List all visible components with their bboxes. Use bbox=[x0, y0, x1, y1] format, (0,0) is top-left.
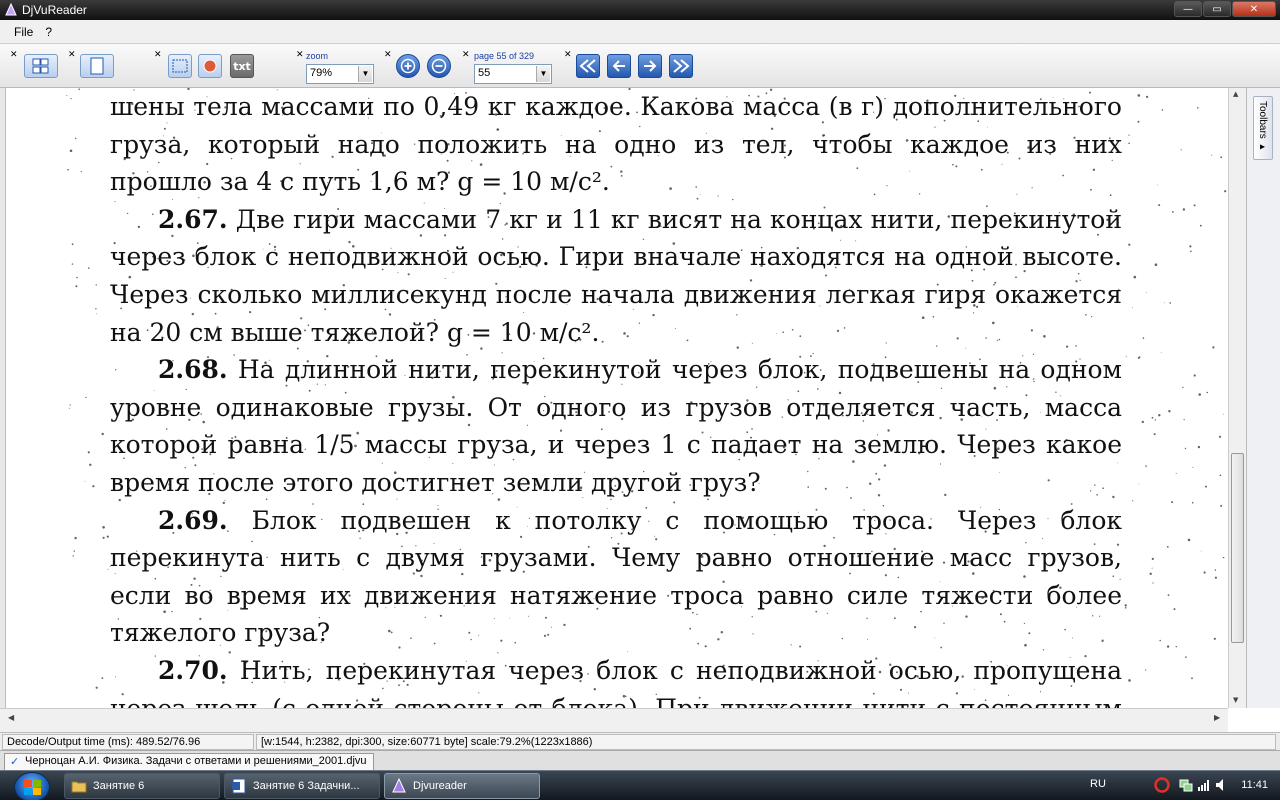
scroll-right-icon[interactable]: ▶ bbox=[1214, 713, 1220, 722]
maximize-button[interactable]: ▭ bbox=[1203, 1, 1231, 17]
next-page-button[interactable] bbox=[638, 54, 662, 78]
chevron-down-icon: ▼ bbox=[536, 66, 550, 82]
file-tab[interactable]: ✓ Черноцан А.И. Физика. Задачи с ответам… bbox=[4, 753, 374, 770]
zoom-select[interactable]: 79% ▼ bbox=[306, 64, 374, 84]
select-rect-icon bbox=[172, 59, 188, 73]
decode-time-status: Decode/Output time (ms): 489.52/76.96 bbox=[2, 734, 254, 750]
txt-button[interactable]: txt bbox=[230, 54, 254, 78]
zoom-out-icon bbox=[431, 58, 447, 74]
zoom-out-button[interactable] bbox=[427, 54, 451, 78]
scroll-thumb[interactable] bbox=[1231, 453, 1244, 643]
menu-help[interactable]: ? bbox=[39, 23, 58, 41]
check-icon: ✓ bbox=[10, 756, 20, 768]
language-indicator[interactable]: RU bbox=[1090, 778, 1106, 790]
image-icon bbox=[203, 59, 217, 73]
file-tab-label: Черноцан А.И. Физика. Задачи с ответами … bbox=[25, 755, 367, 767]
page-label: page 55 of 329 bbox=[474, 51, 535, 61]
close-toolbar-icon[interactable]: ✕ bbox=[10, 50, 18, 60]
network-icon[interactable] bbox=[1178, 777, 1194, 793]
layout-button[interactable] bbox=[24, 54, 58, 78]
image-button[interactable] bbox=[198, 54, 222, 78]
toolbar: ✕ ✕ ✕ txt ✕ zoom 79% ▼ ✕ ✕ page 55 of 32… bbox=[0, 44, 1280, 88]
image-info-status: [w:1544, h:2382, dpi:300, size:60771 byt… bbox=[256, 734, 1276, 750]
djvu-app-icon bbox=[5, 3, 17, 16]
minimize-button[interactable]: — bbox=[1174, 1, 1202, 17]
page-value: 55 bbox=[478, 67, 491, 79]
document-viewer: шены тела массами по 0,49 кг каждое. Как… bbox=[0, 88, 1280, 732]
taskbar-button-word[interactable]: Занятие 6 Задачни... bbox=[224, 773, 380, 799]
last-page-button[interactable] bbox=[669, 54, 693, 78]
clock[interactable]: 11:41 bbox=[1241, 779, 1268, 791]
status-bar: Decode/Output time (ms): 489.52/76.96 [w… bbox=[0, 732, 1280, 750]
prev-page-button[interactable] bbox=[607, 54, 631, 78]
prev-page-icon bbox=[612, 60, 625, 72]
close-toolbar-icon[interactable]: ✕ bbox=[68, 50, 76, 60]
window-title: DjVuReader bbox=[22, 3, 87, 17]
toolbars-tab[interactable]: Toolbars ▸ bbox=[1253, 96, 1273, 160]
signal-icon[interactable] bbox=[1196, 777, 1212, 793]
taskbar: Занятие 6 Занятие 6 Задачни... Djvureade… bbox=[0, 770, 1280, 800]
opera-icon[interactable] bbox=[1154, 777, 1170, 793]
word-doc-icon bbox=[232, 778, 246, 794]
djvu-page[interactable]: шены тела массами по 0,49 кг каждое. Как… bbox=[6, 88, 1228, 708]
zoom-in-button[interactable] bbox=[396, 54, 420, 78]
window-titlebar[interactable]: DjVuReader — ▭ ✕ bbox=[0, 0, 1280, 20]
zoom-value: 79% bbox=[310, 67, 333, 79]
menu-bar: File ? bbox=[0, 20, 1280, 44]
page-select[interactable]: 55 ▼ bbox=[474, 64, 552, 84]
page-icon bbox=[90, 57, 104, 75]
zoom-label: zoom bbox=[306, 51, 329, 61]
close-toolbar-icon[interactable]: ✕ bbox=[154, 50, 162, 60]
close-toolbar-icon[interactable]: ✕ bbox=[296, 50, 304, 60]
folder-icon bbox=[71, 781, 87, 793]
scroll-up-icon[interactable]: ▲ bbox=[1233, 90, 1238, 98]
page-text: шены тела массами по 0,49 кг каждое. Как… bbox=[110, 88, 1122, 708]
start-button[interactable] bbox=[14, 772, 50, 800]
side-panel: Toolbars ▸ bbox=[1246, 88, 1280, 708]
select-rect-button[interactable] bbox=[168, 54, 192, 78]
txt-icon: txt bbox=[233, 59, 251, 73]
paragraph: шены тела массами по 0,49 кг каждое. Как… bbox=[110, 92, 1122, 197]
paragraph: 2.69. Блок подвешен к потолку с помощью … bbox=[110, 505, 1122, 648]
close-toolbar-icon[interactable]: ✕ bbox=[462, 50, 470, 60]
taskbar-button-folder[interactable]: Занятие 6 bbox=[64, 773, 220, 799]
file-tab-bar: ✓ Черноцан А.И. Физика. Задачи с ответам… bbox=[0, 750, 1280, 770]
menu-file[interactable]: File bbox=[8, 23, 39, 41]
close-toolbar-icon[interactable]: ✕ bbox=[384, 50, 392, 60]
close-toolbar-icon[interactable]: ✕ bbox=[564, 50, 572, 60]
windows-logo-icon bbox=[24, 780, 41, 795]
close-button[interactable]: ✕ bbox=[1232, 1, 1276, 17]
scroll-down-icon[interactable]: ▼ bbox=[1233, 696, 1238, 704]
scroll-left-icon[interactable]: ◀ bbox=[8, 713, 14, 722]
zoom-in-icon bbox=[400, 58, 416, 74]
last-page-icon bbox=[673, 59, 690, 73]
paragraph: 2.68. На длинной нити, перекинутой через… bbox=[110, 355, 1122, 497]
volume-icon[interactable] bbox=[1214, 777, 1230, 793]
paragraph: 2.67. Две гири массами 7 кг и 11 кг вися… bbox=[110, 204, 1122, 347]
vertical-scrollbar[interactable]: ▲ ▼ bbox=[1228, 88, 1246, 708]
system-tray: RU 11:41 bbox=[1090, 771, 1280, 800]
first-page-button[interactable] bbox=[576, 54, 600, 78]
chevron-down-icon: ▼ bbox=[358, 66, 372, 82]
taskbar-button-djvureader[interactable]: Djvureader bbox=[384, 773, 540, 799]
layout-icon bbox=[32, 58, 49, 74]
horizontal-scrollbar[interactable]: ◀ ▶ bbox=[0, 708, 1228, 732]
paragraph: 2.70. Нить, перекинутая через блок с неп… bbox=[110, 655, 1123, 708]
first-page-icon bbox=[579, 59, 596, 73]
next-page-icon bbox=[644, 60, 657, 72]
page-mode-button[interactable] bbox=[80, 54, 114, 78]
djvu-app-icon bbox=[392, 778, 406, 793]
